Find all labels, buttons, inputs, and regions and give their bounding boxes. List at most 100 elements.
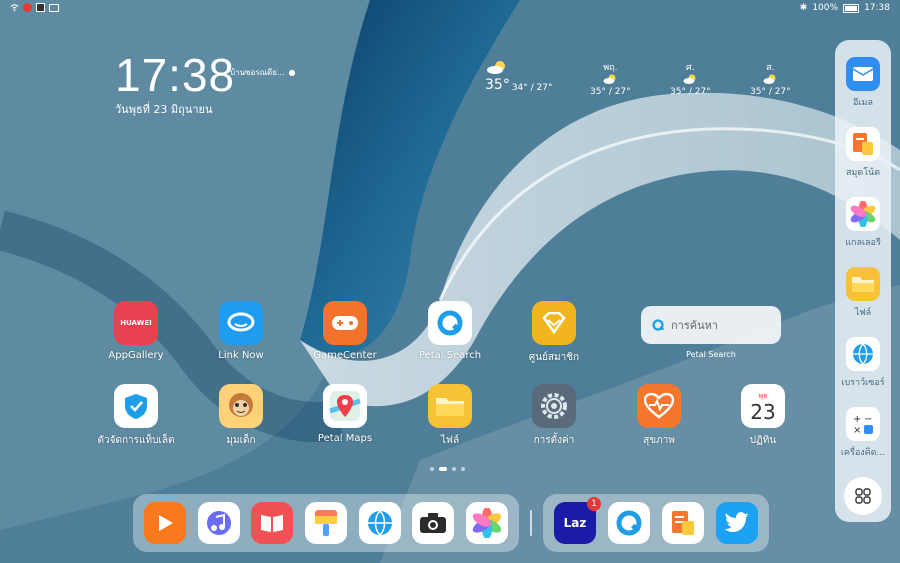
lazada-logo-text: Laz [563, 516, 587, 530]
page-dot[interactable] [430, 467, 434, 471]
search-widget-caption: Petal Search [686, 350, 736, 359]
app-label: Petal Search [418, 350, 482, 361]
side-app-calculator[interactable]: + − × เครื่องคิด... [835, 407, 891, 459]
side-app-files[interactable]: ไฟล์ [835, 267, 891, 319]
tablet-manager-icon [114, 384, 158, 428]
side-app-label: เครื่องคิด... [840, 448, 886, 458]
status-icons-left [10, 3, 59, 12]
linknow-icon [219, 301, 263, 345]
app-link-now[interactable]: Link Now [196, 301, 286, 361]
grid-icon [855, 488, 871, 504]
weather-widget[interactable]: 35° 34° / 27° พฤ. 35° / 27° ศ. 35° / 27°… [480, 60, 810, 110]
weather-day-range: 35° / 27° [670, 87, 711, 97]
calendar-icon: พุธ 23 [741, 384, 785, 428]
search-placeholder: การค้นหา [671, 319, 719, 332]
battery-percent: 100% [812, 3, 839, 13]
page-indicator[interactable] [430, 467, 465, 471]
camera-icon[interactable] [412, 502, 455, 544]
bluetooth-icon: ✱ [799, 3, 808, 13]
weather-day-1: พฤ. 35° / 27° [590, 60, 631, 97]
side-app-label: สมุดโน้ต [845, 168, 881, 178]
svg-text:×: × [853, 425, 861, 436]
health-icon [637, 384, 681, 428]
wifi-icon [10, 4, 19, 12]
app-tablet-manager[interactable]: ตัวจัดการแท็บเล็ต [91, 384, 181, 448]
app-files[interactable]: ไฟล์ [405, 384, 495, 448]
side-app-label: ไฟล์ [854, 308, 872, 318]
dock-divider [530, 510, 532, 536]
app-petal-maps[interactable]: Petal Maps [300, 384, 390, 444]
weather-day-label: พฤ. [603, 63, 618, 73]
page-dot[interactable] [452, 467, 456, 471]
side-app-notepad[interactable]: สมุดโน้ต [835, 127, 891, 179]
location-pin-icon: ● [288, 68, 296, 77]
app-label: ปฏิทิน [749, 435, 777, 446]
app-label: AppGallery [108, 350, 164, 361]
app-appgallery[interactable]: HUAWEI AppGallery [91, 301, 181, 361]
app-label: GameCenter [313, 350, 377, 361]
petal-maps-icon [323, 384, 367, 428]
email-icon [846, 57, 880, 91]
side-app-label: เบราว์เซอร์ [841, 378, 885, 388]
side-app-label: อีเมล [853, 98, 873, 108]
side-app-browser[interactable]: เบราว์เซอร์ [835, 337, 891, 389]
files-icon [428, 384, 472, 428]
app-label: การตั้งค่า [533, 435, 575, 446]
page-dot[interactable] [461, 467, 465, 471]
appgallery-icon: HUAWEI [114, 301, 158, 345]
status-bar: ✱ 100% 17:38 [0, 0, 900, 18]
partly-cloudy-icon [487, 61, 506, 74]
page-dot-active[interactable] [439, 467, 447, 471]
petal-search-icon [652, 319, 665, 331]
partly-cloudy-icon [763, 74, 776, 84]
weather-today: 35° 34° / 27° [485, 60, 553, 93]
app-settings[interactable]: การตั้งค่า [509, 384, 599, 448]
app-petal-search[interactable]: Petal Search [405, 301, 495, 361]
books-icon[interactable] [251, 502, 294, 544]
app-gamecenter[interactable]: GameCenter [300, 301, 390, 361]
lazada-icon[interactable]: Laz 1 [554, 497, 601, 544]
gamecenter-icon [323, 301, 367, 345]
today-temp: 35° [485, 77, 510, 93]
side-app-gallery[interactable]: แกลเลอรี [835, 197, 891, 249]
app-label: Petal Maps [317, 433, 373, 444]
partly-cloudy-icon [603, 74, 616, 84]
status-time: 17:38 [864, 3, 890, 13]
search-widget[interactable]: การค้นหา [641, 306, 781, 344]
notepad-icon[interactable] [662, 502, 704, 544]
files-icon [846, 267, 880, 301]
side-app-email[interactable]: อีเมล [835, 57, 891, 109]
twitter-icon[interactable] [716, 502, 758, 544]
recording-icon [23, 3, 32, 12]
clock-location: บ้านซอรณดีย... ● [230, 66, 296, 79]
gallery-icon [846, 197, 880, 231]
app-health[interactable]: สุขภาพ [614, 384, 704, 448]
browser-icon[interactable] [358, 502, 401, 544]
petal-search-icon [428, 301, 472, 345]
weather-day-range: 35° / 27° [590, 87, 631, 97]
today-range: 34° / 27° [511, 83, 553, 93]
member-center-icon [532, 301, 576, 345]
clock-widget[interactable]: 17:38 บ้านซอรณดีย... ● วันพุธที่ 23 มิถุ… [115, 49, 296, 118]
clock-time: 17:38 [115, 49, 236, 101]
calendar-day: 23 [750, 399, 776, 424]
dock-right: Laz 1 [543, 494, 769, 552]
app-kids-corner[interactable]: มุมเด็ก [196, 384, 286, 448]
app-label: ตัวจัดการแท็บเล็ต [97, 435, 175, 446]
gallery-icon[interactable] [465, 502, 508, 544]
mail-notification-icon [49, 3, 59, 12]
kids-corner-icon [219, 384, 263, 428]
video-icon[interactable] [143, 502, 186, 544]
app-label: สุขภาพ [643, 435, 675, 446]
all-apps-button[interactable] [844, 477, 882, 515]
weather-day-label: ส. [766, 63, 775, 73]
calculator-icon: + − × [846, 407, 880, 441]
app-member-center[interactable]: ศูนย์สมาชิก [509, 301, 599, 365]
petal-search-icon[interactable] [608, 502, 650, 544]
app-label: ศูนย์สมาชิก [528, 352, 580, 363]
music-icon[interactable] [197, 502, 240, 544]
themes-icon[interactable] [304, 502, 347, 544]
weather-day-3: ส. 35° / 27° [750, 60, 791, 97]
app-calendar[interactable]: พุธ 23 ปฏิทิน [718, 384, 808, 448]
screenshot-icon [36, 3, 45, 12]
